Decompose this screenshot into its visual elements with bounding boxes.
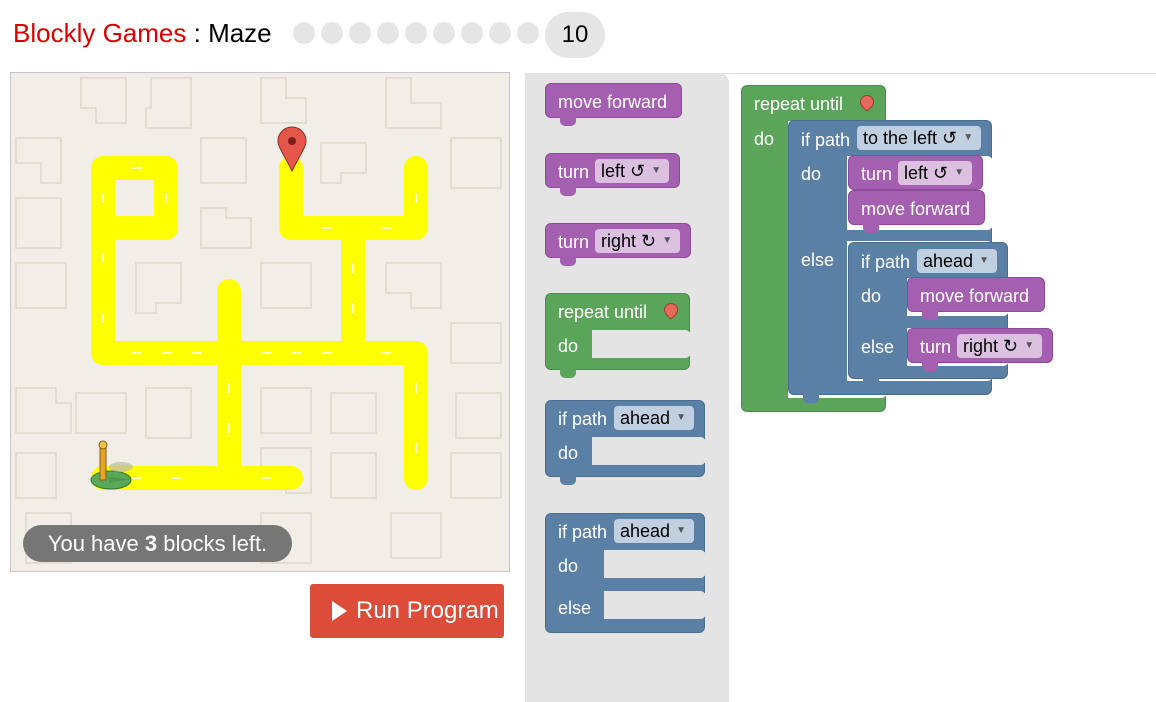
block-label: turn	[920, 337, 952, 357]
toolbox-move-forward-block[interactable]: move forward	[545, 83, 682, 126]
toolbox-turn-right-block[interactable]: turn right ↻ ▼	[545, 223, 691, 266]
title-separator: :	[186, 18, 209, 48]
block-connector	[560, 257, 576, 266]
do-slot	[604, 550, 706, 578]
level-1-dot[interactable]	[293, 22, 315, 44]
do-label: do	[558, 556, 579, 576]
block-connector	[863, 378, 879, 387]
block-label: move forward	[558, 92, 668, 112]
level-9-dot[interactable]	[517, 22, 539, 44]
else-label: else	[558, 598, 592, 618]
workspace-turn-left-block[interactable]: turn left ↺ ▼	[848, 155, 983, 190]
dropdown-value: ahead	[923, 251, 974, 271]
play-icon	[332, 601, 347, 621]
do-slot	[592, 437, 706, 465]
else-slot	[604, 591, 706, 619]
do-slot	[592, 330, 691, 358]
do-label: do	[861, 286, 882, 306]
direction-dropdown[interactable]: right ↻ ▼	[957, 334, 1043, 358]
workspace-turn-right-block[interactable]: turn right ↻ ▼	[907, 328, 1053, 371]
maze-svg	[15, 77, 502, 564]
dropdown-arrow-icon: ▼	[676, 525, 687, 536]
dropdown-arrow-icon: ▼	[676, 412, 687, 423]
capacity-prefix: You have	[47, 531, 145, 556]
maze-board	[10, 72, 510, 572]
capacity-suffix: blocks left.	[157, 531, 268, 556]
goal-marker-icon	[857, 92, 877, 112]
dropdown-arrow-icon: ▼	[979, 255, 990, 266]
block-connector	[560, 476, 576, 485]
block-label: move forward	[861, 199, 971, 219]
path-dropdown[interactable]: ahead ▼	[917, 249, 998, 273]
page-title: Blockly Games : Maze	[13, 18, 272, 49]
app-name-link[interactable]: Blockly Games	[13, 18, 186, 48]
block-label: move forward	[920, 286, 1030, 306]
game-name: Maze	[208, 18, 272, 48]
else-label: else	[861, 337, 895, 357]
toolbox-turn-left-block[interactable]: turn left ↺ ▼	[545, 153, 680, 196]
direction-dropdown[interactable]: left ↺ ▼	[898, 161, 973, 185]
level-2-dot[interactable]	[321, 22, 343, 44]
dropdown-value: left ↺	[601, 161, 646, 181]
capacity-count: 3	[144, 531, 158, 556]
path-dashes	[102, 167, 417, 479]
else-label: else	[801, 250, 835, 270]
block-label: if path	[861, 252, 911, 272]
toolbox-if-path-block[interactable]: if path ahead ▼ do	[545, 400, 706, 485]
background-tiles	[15, 77, 502, 564]
dropdown-arrow-icon: ▼	[662, 235, 673, 246]
do-label: do	[801, 164, 822, 184]
block-label: if path	[801, 130, 851, 150]
block-label: turn	[558, 232, 590, 252]
block-label: if path	[558, 522, 608, 542]
toolbox-repeat-until-block[interactable]: repeat until do	[545, 293, 691, 378]
block-connector	[560, 117, 576, 126]
workspace-move-forward-block[interactable]: move forward	[848, 190, 985, 233]
do-label: do	[558, 336, 579, 356]
dropdown-value: left ↺	[904, 163, 949, 183]
dropdown-value: ahead	[620, 521, 671, 541]
current-level-badge[interactable]: 10	[545, 12, 605, 58]
level-3-dot[interactable]	[349, 22, 371, 44]
block-connector	[922, 362, 938, 371]
goal-marker-icon	[661, 300, 681, 320]
block-connector	[922, 311, 938, 320]
dropdown-value: right ↻	[601, 231, 657, 251]
dropdown-arrow-icon: ▼	[1024, 340, 1035, 351]
maze-path	[91, 156, 428, 490]
path-dropdown[interactable]: ahead ▼	[614, 406, 695, 430]
level-5-dot[interactable]	[405, 22, 427, 44]
level-6-dot[interactable]	[433, 22, 455, 44]
dropdown-arrow-icon: ▼	[954, 167, 965, 178]
toolbox-if-else-block[interactable]: if path ahead ▼ do else	[545, 513, 706, 633]
dropdown-arrow-icon: ▼	[651, 165, 662, 176]
dropdown-value: ahead	[620, 408, 671, 428]
block-connector	[560, 187, 576, 196]
run-program-button[interactable]: Run Program	[310, 584, 504, 638]
dropdown-value: right ↻	[963, 336, 1019, 356]
direction-dropdown[interactable]: right ↻ ▼	[595, 229, 681, 253]
block-connector	[803, 394, 819, 403]
dropdown-value: to the left ↺	[863, 128, 958, 148]
block-connector	[863, 224, 879, 233]
block-label: turn	[861, 164, 893, 184]
dropdown-arrow-icon: ▼	[963, 132, 974, 143]
level-8-dot[interactable]	[489, 22, 511, 44]
do-label: do	[754, 129, 775, 149]
workspace-move-forward-block-2[interactable]: move forward	[907, 277, 1045, 320]
block-label: turn	[558, 162, 590, 182]
block-connector	[560, 369, 576, 378]
level-7-dot[interactable]	[461, 22, 483, 44]
do-label: do	[558, 443, 579, 463]
path-dropdown[interactable]: ahead ▼	[614, 519, 695, 543]
block-label: if path	[558, 409, 608, 429]
block-label: repeat until	[754, 94, 844, 114]
start-marker	[90, 440, 133, 490]
capacity-bubble: You have 3 blocks left.	[23, 525, 292, 562]
run-button-label: Run Program	[356, 597, 499, 624]
path-dropdown[interactable]: to the left ↺ ▼	[857, 126, 982, 150]
block-label: repeat until	[558, 302, 648, 322]
direction-dropdown[interactable]: left ↺ ▼	[595, 159, 670, 183]
level-4-dot[interactable]	[377, 22, 399, 44]
